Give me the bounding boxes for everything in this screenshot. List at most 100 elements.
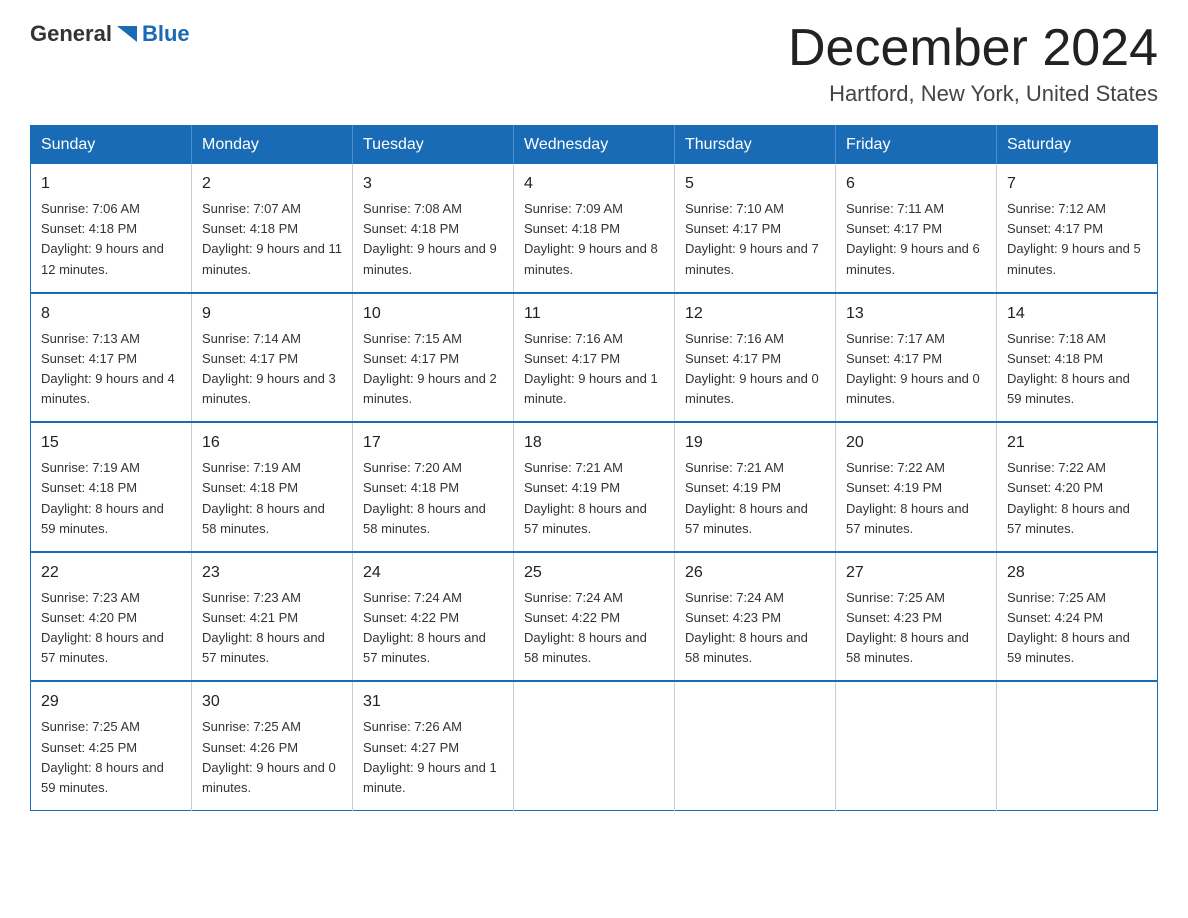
calendar-cell: 12 Sunrise: 7:16 AMSunset: 4:17 PMDaylig… (675, 293, 836, 423)
day-info: Sunrise: 7:09 AMSunset: 4:18 PMDaylight:… (524, 201, 658, 276)
calendar-cell: 30 Sunrise: 7:25 AMSunset: 4:26 PMDaylig… (192, 681, 353, 810)
calendar-cell: 20 Sunrise: 7:22 AMSunset: 4:19 PMDaylig… (836, 422, 997, 552)
day-number: 1 (41, 172, 181, 196)
day-number: 28 (1007, 561, 1147, 585)
header-wednesday: Wednesday (514, 126, 675, 165)
day-number: 17 (363, 431, 503, 455)
calendar-cell: 2 Sunrise: 7:07 AMSunset: 4:18 PMDayligh… (192, 164, 353, 293)
logo-blue-text: Blue (142, 21, 190, 47)
header-monday: Monday (192, 126, 353, 165)
calendar-cell: 22 Sunrise: 7:23 AMSunset: 4:20 PMDaylig… (31, 552, 192, 682)
day-info: Sunrise: 7:25 AMSunset: 4:24 PMDaylight:… (1007, 590, 1130, 665)
calendar-cell: 23 Sunrise: 7:23 AMSunset: 4:21 PMDaylig… (192, 552, 353, 682)
calendar-cell: 27 Sunrise: 7:25 AMSunset: 4:23 PMDaylig… (836, 552, 997, 682)
day-number: 22 (41, 561, 181, 585)
calendar-cell: 4 Sunrise: 7:09 AMSunset: 4:18 PMDayligh… (514, 164, 675, 293)
day-number: 25 (524, 561, 664, 585)
day-number: 23 (202, 561, 342, 585)
calendar-cell: 28 Sunrise: 7:25 AMSunset: 4:24 PMDaylig… (997, 552, 1158, 682)
header-row: SundayMondayTuesdayWednesdayThursdayFrid… (31, 126, 1158, 165)
day-info: Sunrise: 7:13 AMSunset: 4:17 PMDaylight:… (41, 331, 175, 406)
day-info: Sunrise: 7:20 AMSunset: 4:18 PMDaylight:… (363, 460, 486, 535)
calendar-cell: 29 Sunrise: 7:25 AMSunset: 4:25 PMDaylig… (31, 681, 192, 810)
calendar-cell: 24 Sunrise: 7:24 AMSunset: 4:22 PMDaylig… (353, 552, 514, 682)
week-row-3: 15 Sunrise: 7:19 AMSunset: 4:18 PMDaylig… (31, 422, 1158, 552)
day-info: Sunrise: 7:19 AMSunset: 4:18 PMDaylight:… (202, 460, 325, 535)
day-info: Sunrise: 7:24 AMSunset: 4:23 PMDaylight:… (685, 590, 808, 665)
week-row-2: 8 Sunrise: 7:13 AMSunset: 4:17 PMDayligh… (31, 293, 1158, 423)
header-friday: Friday (836, 126, 997, 165)
title-area: December 2024 Hartford, New York, United… (788, 20, 1158, 107)
header-tuesday: Tuesday (353, 126, 514, 165)
calendar-cell: 11 Sunrise: 7:16 AMSunset: 4:17 PMDaylig… (514, 293, 675, 423)
day-number: 16 (202, 431, 342, 455)
calendar-cell: 21 Sunrise: 7:22 AMSunset: 4:20 PMDaylig… (997, 422, 1158, 552)
day-info: Sunrise: 7:23 AMSunset: 4:21 PMDaylight:… (202, 590, 325, 665)
calendar-cell (514, 681, 675, 810)
week-row-4: 22 Sunrise: 7:23 AMSunset: 4:20 PMDaylig… (31, 552, 1158, 682)
day-info: Sunrise: 7:24 AMSunset: 4:22 PMDaylight:… (363, 590, 486, 665)
day-info: Sunrise: 7:23 AMSunset: 4:20 PMDaylight:… (41, 590, 164, 665)
day-number: 9 (202, 302, 342, 326)
calendar-cell: 5 Sunrise: 7:10 AMSunset: 4:17 PMDayligh… (675, 164, 836, 293)
day-number: 13 (846, 302, 986, 326)
calendar-cell: 18 Sunrise: 7:21 AMSunset: 4:19 PMDaylig… (514, 422, 675, 552)
day-info: Sunrise: 7:22 AMSunset: 4:19 PMDaylight:… (846, 460, 969, 535)
day-number: 5 (685, 172, 825, 196)
calendar-cell: 10 Sunrise: 7:15 AMSunset: 4:17 PMDaylig… (353, 293, 514, 423)
calendar-cell: 7 Sunrise: 7:12 AMSunset: 4:17 PMDayligh… (997, 164, 1158, 293)
day-number: 2 (202, 172, 342, 196)
week-row-1: 1 Sunrise: 7:06 AMSunset: 4:18 PMDayligh… (31, 164, 1158, 293)
day-info: Sunrise: 7:25 AMSunset: 4:23 PMDaylight:… (846, 590, 969, 665)
logo-triangle-icon (113, 20, 141, 48)
calendar-title: December 2024 (788, 20, 1158, 77)
day-info: Sunrise: 7:26 AMSunset: 4:27 PMDaylight:… (363, 719, 497, 794)
calendar-cell: 17 Sunrise: 7:20 AMSunset: 4:18 PMDaylig… (353, 422, 514, 552)
day-number: 7 (1007, 172, 1147, 196)
day-info: Sunrise: 7:19 AMSunset: 4:18 PMDaylight:… (41, 460, 164, 535)
calendar-cell: 19 Sunrise: 7:21 AMSunset: 4:19 PMDaylig… (675, 422, 836, 552)
day-info: Sunrise: 7:11 AMSunset: 4:17 PMDaylight:… (846, 201, 980, 276)
calendar-cell (836, 681, 997, 810)
calendar-cell (997, 681, 1158, 810)
day-number: 26 (685, 561, 825, 585)
week-row-5: 29 Sunrise: 7:25 AMSunset: 4:25 PMDaylig… (31, 681, 1158, 810)
day-number: 31 (363, 690, 503, 714)
header-thursday: Thursday (675, 126, 836, 165)
day-number: 6 (846, 172, 986, 196)
day-info: Sunrise: 7:10 AMSunset: 4:17 PMDaylight:… (685, 201, 819, 276)
header-saturday: Saturday (997, 126, 1158, 165)
day-number: 19 (685, 431, 825, 455)
day-info: Sunrise: 7:21 AMSunset: 4:19 PMDaylight:… (524, 460, 647, 535)
day-info: Sunrise: 7:16 AMSunset: 4:17 PMDaylight:… (524, 331, 658, 406)
day-number: 8 (41, 302, 181, 326)
day-number: 20 (846, 431, 986, 455)
day-info: Sunrise: 7:15 AMSunset: 4:17 PMDaylight:… (363, 331, 497, 406)
day-info: Sunrise: 7:21 AMSunset: 4:19 PMDaylight:… (685, 460, 808, 535)
day-info: Sunrise: 7:25 AMSunset: 4:25 PMDaylight:… (41, 719, 164, 794)
day-number: 4 (524, 172, 664, 196)
day-number: 10 (363, 302, 503, 326)
day-info: Sunrise: 7:12 AMSunset: 4:17 PMDaylight:… (1007, 201, 1141, 276)
day-number: 15 (41, 431, 181, 455)
day-info: Sunrise: 7:22 AMSunset: 4:20 PMDaylight:… (1007, 460, 1130, 535)
calendar-cell: 25 Sunrise: 7:24 AMSunset: 4:22 PMDaylig… (514, 552, 675, 682)
day-info: Sunrise: 7:08 AMSunset: 4:18 PMDaylight:… (363, 201, 497, 276)
calendar-cell: 13 Sunrise: 7:17 AMSunset: 4:17 PMDaylig… (836, 293, 997, 423)
day-number: 11 (524, 302, 664, 326)
day-info: Sunrise: 7:14 AMSunset: 4:17 PMDaylight:… (202, 331, 336, 406)
day-info: Sunrise: 7:07 AMSunset: 4:18 PMDaylight:… (202, 201, 342, 276)
calendar-cell: 16 Sunrise: 7:19 AMSunset: 4:18 PMDaylig… (192, 422, 353, 552)
day-number: 12 (685, 302, 825, 326)
calendar-cell: 8 Sunrise: 7:13 AMSunset: 4:17 PMDayligh… (31, 293, 192, 423)
day-number: 24 (363, 561, 503, 585)
day-info: Sunrise: 7:24 AMSunset: 4:22 PMDaylight:… (524, 590, 647, 665)
day-info: Sunrise: 7:25 AMSunset: 4:26 PMDaylight:… (202, 719, 336, 794)
calendar-cell: 9 Sunrise: 7:14 AMSunset: 4:17 PMDayligh… (192, 293, 353, 423)
calendar-cell: 6 Sunrise: 7:11 AMSunset: 4:17 PMDayligh… (836, 164, 997, 293)
day-info: Sunrise: 7:17 AMSunset: 4:17 PMDaylight:… (846, 331, 980, 406)
day-info: Sunrise: 7:06 AMSunset: 4:18 PMDaylight:… (41, 201, 164, 276)
header-sunday: Sunday (31, 126, 192, 165)
day-info: Sunrise: 7:18 AMSunset: 4:18 PMDaylight:… (1007, 331, 1130, 406)
day-info: Sunrise: 7:16 AMSunset: 4:17 PMDaylight:… (685, 331, 819, 406)
